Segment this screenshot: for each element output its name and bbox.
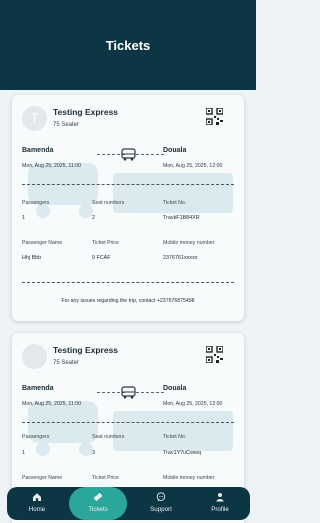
mobile-value: 2376761xxxxx (163, 255, 198, 261)
nav-home-label: Home (28, 506, 46, 513)
nav-home[interactable]: Home (7, 487, 67, 520)
mobile-label: Mobile money number (163, 475, 215, 481)
chat-icon (156, 492, 166, 502)
divider (22, 422, 234, 423)
mobile-label: Mobile money number (163, 240, 215, 246)
nav-profile-label: Profile (211, 506, 229, 513)
nav-profile[interactable]: Profile (190, 487, 250, 520)
passenger-name-label: Passenger Name (22, 240, 63, 246)
departure-city: Bamenda (22, 385, 54, 392)
ticket-no-label: Ticket No. (163, 200, 187, 206)
seat-label: Seat numbers (92, 200, 125, 206)
price-label: Ticket Price (92, 475, 119, 481)
ticket-no-value: TravkF1B84XR (163, 215, 200, 221)
person-icon (216, 493, 224, 502)
company-name: Testing Express (53, 107, 119, 117)
departure-time: Mon, Aug 25, 2025, 11:00 (22, 163, 82, 169)
company-name: Testing Express (53, 345, 119, 355)
bus-capacity: 75 Seater (53, 360, 80, 366)
header: Tickets (0, 0, 256, 90)
ticket-card[interactable]: T Testing Express 75 Seater Bamenda Doua… (12, 95, 244, 321)
support-note: For any issues regarding the trip, conta… (61, 298, 195, 304)
passenger-name-label: Passenger Name (22, 475, 63, 481)
passengers-value: 1 (22, 215, 25, 221)
company-avatar (22, 344, 47, 369)
seat-value: 3 (92, 450, 95, 456)
price-value: 9 FCAF (92, 255, 111, 261)
route-line (136, 154, 164, 155)
arrival-city: Douala (163, 147, 187, 154)
departure-time: Mon, Aug 25, 2025, 11:00 (22, 401, 82, 407)
qr-code-icon[interactable] (206, 346, 223, 363)
divider (22, 282, 234, 283)
passengers-label: Passengers (22, 434, 50, 440)
passengers-value: 1 (22, 450, 25, 456)
nav-support-label: Support (150, 506, 172, 513)
bus-icon (121, 148, 136, 161)
bottom-nav: Home Tickets Support Profile (7, 487, 250, 520)
ticket-no-value: Trav1Y7uCwwq (163, 450, 201, 456)
page-title: Tickets (105, 38, 151, 53)
seat-label: Seat numbers (92, 434, 125, 440)
divider (22, 184, 234, 185)
arrival-time: Mon, Aug 25, 2025, 12:00 (163, 401, 223, 407)
home-icon (33, 493, 41, 501)
nav-tickets-label: Tickets (88, 506, 108, 513)
seat-value: 2 (92, 215, 95, 221)
bus-icon (121, 386, 136, 399)
nav-support[interactable]: Support (131, 487, 191, 520)
arrival-city: Douala (163, 385, 187, 392)
price-label: Ticket Price (92, 240, 119, 246)
company-avatar: T (22, 106, 47, 131)
passengers-label: Passengers (22, 200, 50, 206)
ticket-no-label: Ticket No. (163, 434, 187, 440)
passenger-name-value: Hhj Bbb (22, 255, 42, 261)
nav-tickets[interactable]: Tickets (69, 487, 127, 520)
bus-capacity: 75 Seater (53, 122, 80, 128)
departure-city: Bamenda (22, 147, 54, 154)
arrival-time: Mon, Aug 25, 2025, 12:00 (163, 163, 223, 169)
qr-code-icon[interactable] (206, 108, 223, 125)
ticket-icon (93, 493, 103, 501)
route-line (136, 392, 164, 393)
